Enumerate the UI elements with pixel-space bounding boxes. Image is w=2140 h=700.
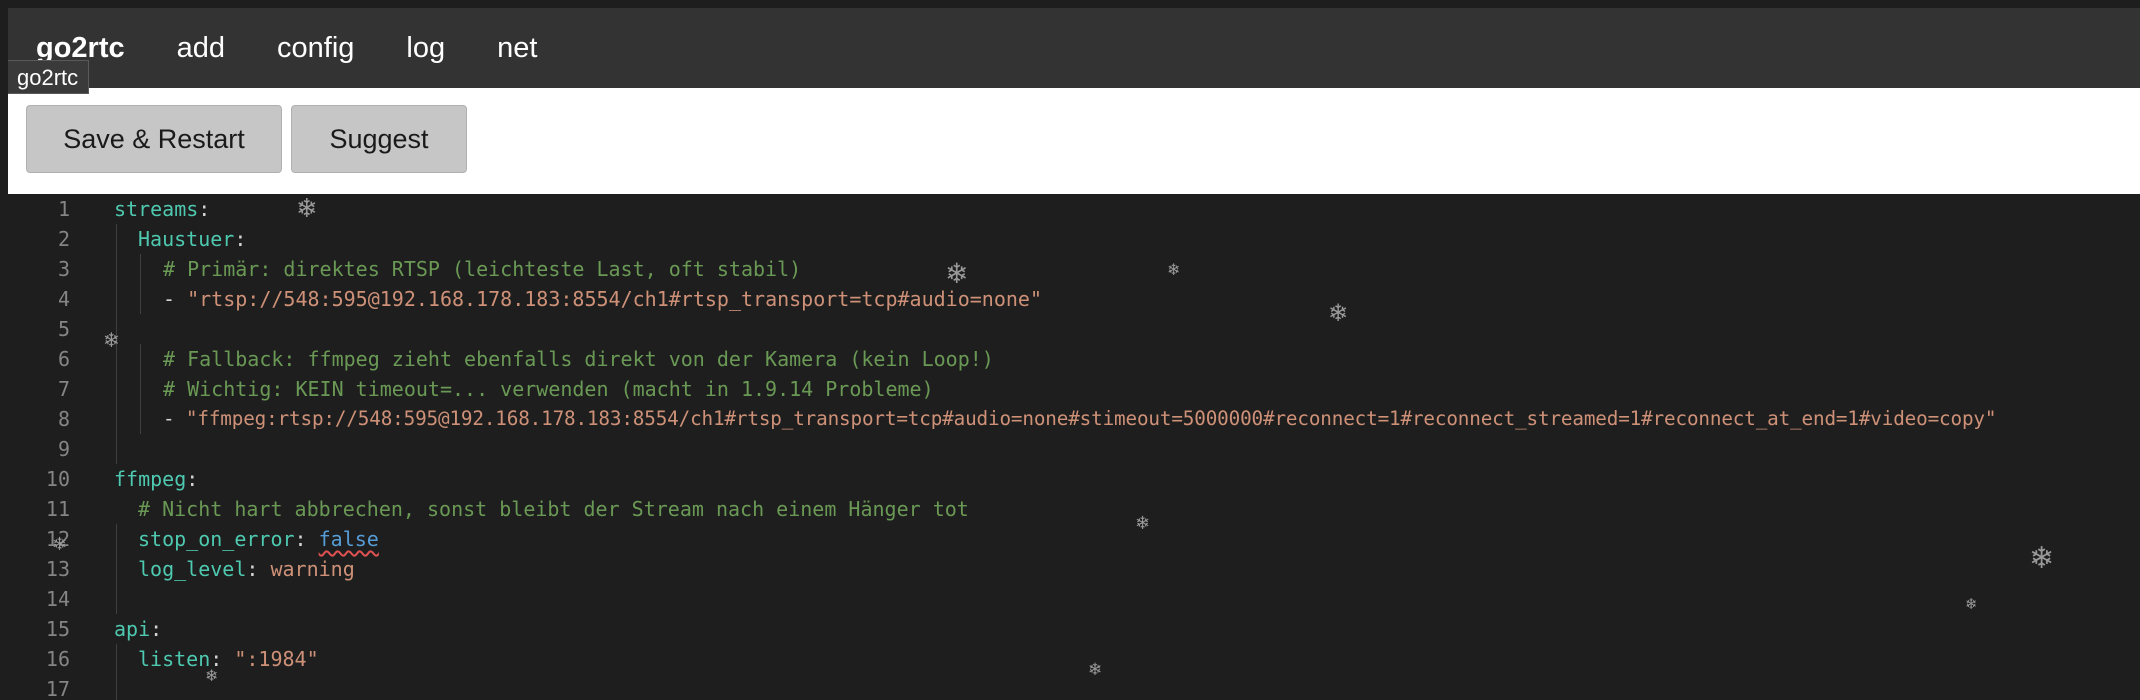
line-number: 16 (45, 647, 70, 671)
snowflake-icon: ❄ (2029, 541, 2055, 576)
tooltip: go2rtc (6, 60, 90, 94)
code-line: 9 (8, 434, 2140, 464)
line-number: 17 (45, 677, 70, 700)
suggest-button[interactable]: Suggest (291, 105, 467, 173)
line-number: 8 (57, 407, 70, 431)
snowflake-icon: ❄ (296, 194, 318, 224)
snowflake-icon: ❄ (103, 328, 120, 352)
code-line: 11 # Nicht hart abbrechen, sonst bleibt … (8, 494, 2140, 524)
code-line: 13 log_level: warning (8, 554, 2140, 584)
line-number: 2 (57, 227, 70, 251)
line-number: 9 (57, 437, 70, 461)
code-text: # Primär: direktes RTSP (leichteste Last… (163, 257, 802, 281)
line-number: 10 (45, 467, 70, 491)
line-number: 13 (45, 557, 70, 581)
snowflake-icon: ❄ (1135, 513, 1151, 534)
code-text: streams: (114, 197, 211, 221)
code-line: 5 (8, 314, 2140, 344)
code-line: 12 stop_on_error: false (8, 524, 2140, 554)
line-number: 6 (57, 347, 70, 371)
yaml-code-editor[interactable]: 1 streams: 2 Haustuer: 3 # Primär: direk… (8, 194, 2140, 700)
code-line: 7 # Wichtig: KEIN timeout=... verwenden … (8, 374, 2140, 404)
code-text: # Fallback: ffmpeg zieht ebenfalls direk… (163, 347, 994, 371)
window-frame (0, 0, 2140, 8)
line-number: 14 (45, 587, 70, 611)
snowflake-icon: ❄ (945, 257, 969, 290)
line-number: 7 (57, 377, 70, 401)
code-text: Haustuer: (138, 227, 247, 251)
code-text: # Nicht hart abbrechen, sonst bleibt der… (138, 497, 969, 521)
save-restart-button[interactable]: Save & Restart (26, 105, 282, 173)
nav-item-log[interactable]: log (406, 32, 445, 65)
snowflake-icon: ❄ (52, 534, 68, 555)
nav-item-config[interactable]: config (277, 32, 354, 65)
line-number: 3 (57, 257, 70, 281)
code-line: 15 api: (8, 614, 2140, 644)
code-text: api: (114, 617, 163, 641)
nav-item-add[interactable]: add (177, 32, 225, 65)
code-text: - "ffmpeg:rtsp://548:595@192.168.178.183… (163, 407, 1997, 430)
config-toolbar: Save & Restart Suggest (8, 88, 2140, 194)
line-number: 5 (57, 317, 70, 341)
code-text: # Wichtig: KEIN timeout=... verwenden (m… (163, 377, 934, 401)
code-line: 8 - "ffmpeg:rtsp://548:595@192.168.178.1… (8, 404, 2140, 434)
code-line: 1 streams: (8, 194, 2140, 224)
code-line: 4 - "rtsp://548:595@192.168.178.183:8554… (8, 284, 2140, 314)
snowflake-icon: ❄ (1965, 595, 1978, 613)
code-line: 10 ffmpeg: (8, 464, 2140, 494)
code-text: log_level: warning (138, 557, 355, 581)
snowflake-icon: ❄ (205, 666, 219, 685)
line-number: 11 (45, 497, 70, 521)
line-number: 1 (57, 197, 70, 221)
window-frame-left (0, 0, 8, 700)
code-line: 17 (8, 674, 2140, 700)
line-number: 15 (45, 617, 70, 641)
code-text: ffmpeg: (114, 467, 199, 491)
code-line: 6 # Fallback: ffmpeg zieht ebenfalls dir… (8, 344, 2140, 374)
code-line: 14 (8, 584, 2140, 614)
code-line: 16 listen: ":1984" (8, 644, 2140, 674)
code-text: listen: ":1984" (138, 647, 319, 671)
snowflake-icon: ❄ (1167, 260, 1181, 279)
snowflake-icon: ❄ (1328, 299, 1349, 327)
line-number: 4 (57, 287, 70, 311)
code-line: 2 Haustuer: (8, 224, 2140, 254)
code-text: - "rtsp://548:595@192.168.178.183:8554/c… (163, 287, 1043, 311)
snowflake-icon: ❄ (1088, 660, 1103, 680)
code-line: 3 # Primär: direktes RTSP (leichteste La… (8, 254, 2140, 284)
nav-item-net[interactable]: net (497, 32, 537, 65)
top-navbar: go2rtc add config log net (8, 8, 2140, 88)
code-text: stop_on_error: false (138, 527, 379, 551)
